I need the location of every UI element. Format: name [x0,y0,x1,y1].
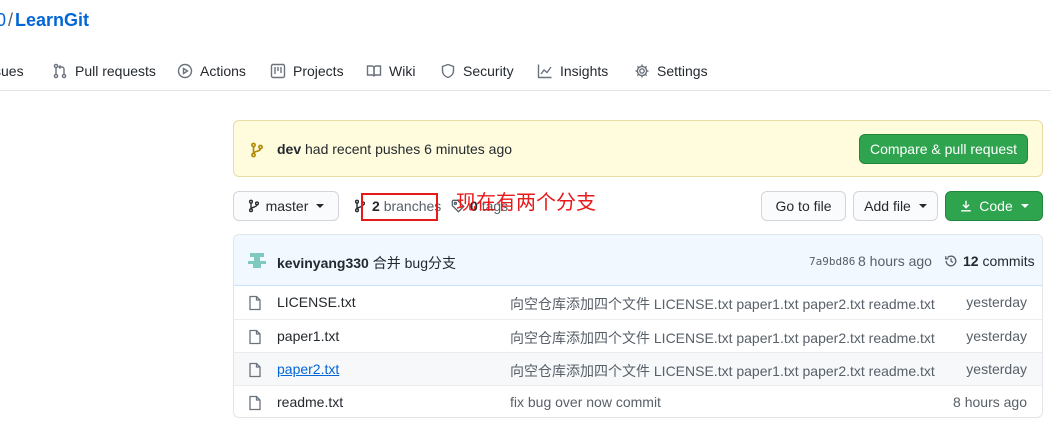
repo-separator: / [8,10,14,30]
commits-link[interactable]: 12 commits [944,253,1035,269]
tab-pull-requests-label: Pull requests [75,63,156,79]
book-icon [366,65,382,77]
annotation-highlight-box [361,193,438,221]
nav-divider [0,90,1051,91]
chevron-down-icon [316,204,325,208]
pushed-branch-name[interactable]: dev [277,141,301,157]
file-icon [249,329,261,345]
file-age: yesterday [966,294,1027,310]
gear-icon [635,64,649,78]
file-row[interactable]: paper1.txt 向空仓库添加四个文件 LICENSE.txt paper1… [234,319,1042,352]
file-age: yesterday [966,328,1027,344]
file-icon [249,395,261,411]
tab-insights-label: Insights [560,63,609,79]
tab-issues[interactable]: sues [0,62,24,80]
branch-selector[interactable]: master [233,191,339,221]
file-commit-message[interactable]: 向空仓库添加四个文件 LICENSE.txt paper1.txt paper2… [510,294,935,314]
chevron-down-icon [918,204,927,208]
repo-title: 0/LearnGit [0,10,89,31]
tab-pull-requests[interactable]: Pull requests [52,62,156,80]
commit-author[interactable]: kevinyang330 [277,255,369,271]
repo-owner[interactable]: 0 [0,10,6,30]
file-name[interactable]: readme.txt [277,394,343,410]
tab-actions[interactable]: Actions [177,62,246,80]
file-name[interactable]: LICENSE.txt [277,294,356,310]
tab-wiki-label: Wiki [389,63,416,79]
recent-pushes-banner: dev had recent pushes 6 minutes ago Comp… [233,120,1043,177]
project-icon [270,63,286,79]
play-icon [177,63,193,79]
recent-pushes-text: had recent pushes 6 minutes ago [301,141,513,157]
tab-security-label: Security [463,63,514,79]
recent-pushes-message: dev had recent pushes 6 minutes ago [277,141,512,157]
file-commit-message[interactable]: 向空仓库添加四个文件 LICENSE.txt paper1.txt paper2… [510,328,935,348]
commit-sha[interactable]: 7a9bd86 [809,255,855,268]
file-name[interactable]: paper2.txt [277,361,339,377]
commit-message[interactable]: 合并 bug分支 [369,255,456,271]
tab-security[interactable]: Security [440,62,514,80]
file-commit-message[interactable]: fix bug over now commit [510,394,661,410]
download-icon [961,200,972,212]
annotation-text: 现在有两个分支 [456,190,596,214]
file-row[interactable]: readme.txt fix bug over now commit 8 hou… [234,385,1042,417]
latest-commit-summary: kevinyang330 合并 bug分支 [277,253,456,273]
git-branch-icon [248,199,259,213]
history-icon [945,255,957,267]
file-list: kevinyang330 合并 bug分支 7a9bd86 8 hours ag… [233,234,1043,418]
commit-time: 8 hours ago [858,253,932,269]
tab-actions-label: Actions [200,63,246,79]
tab-projects[interactable]: Projects [270,62,344,80]
git-branch-icon [251,142,263,158]
file-commit-message[interactable]: 向空仓库添加四个文件 LICENSE.txt paper1.txt paper2… [510,361,935,381]
shield-icon [441,63,455,79]
repo-nav: sues Pull requests Actions Projects Wiki… [0,54,1051,88]
tab-settings[interactable]: Settings [634,62,708,80]
avatar[interactable] [248,251,266,269]
code-button[interactable]: Code [945,191,1043,221]
tab-settings-label: Settings [657,63,708,79]
tab-issues-label: sues [0,63,24,79]
code-button-label: Code [979,198,1013,214]
file-row[interactable]: LICENSE.txt 向空仓库添加四个文件 LICENSE.txt paper… [234,286,1042,319]
go-to-file-label: Go to file [775,198,832,214]
commits-count: 12 [963,253,979,269]
pull-request-icon [53,63,67,79]
tab-insights[interactable]: Insights [537,62,608,80]
go-to-file-button[interactable]: Go to file [761,191,846,221]
compare-pull-request-button[interactable]: Compare & pull request [859,134,1028,164]
repo-name[interactable]: LearnGit [15,10,89,30]
chevron-down-icon [1020,204,1029,208]
file-icon [249,295,261,311]
file-age: 8 hours ago [953,394,1027,410]
file-row[interactable]: paper2.txt 向空仓库添加四个文件 LICENSE.txt paper1… [234,352,1042,385]
file-icon [249,362,261,378]
branch-selector-label: master [265,198,309,214]
commits-label: commits [982,253,1035,269]
file-age: yesterday [966,361,1027,377]
tab-wiki[interactable]: Wiki [366,62,415,80]
add-file-button[interactable]: Add file [853,191,938,221]
file-name[interactable]: paper1.txt [277,328,339,344]
tab-projects-label: Projects [293,63,344,79]
add-file-label: Add file [864,198,911,214]
latest-commit-bar: kevinyang330 合并 bug分支 7a9bd86 8 hours ag… [234,235,1042,286]
graph-icon [537,64,552,79]
